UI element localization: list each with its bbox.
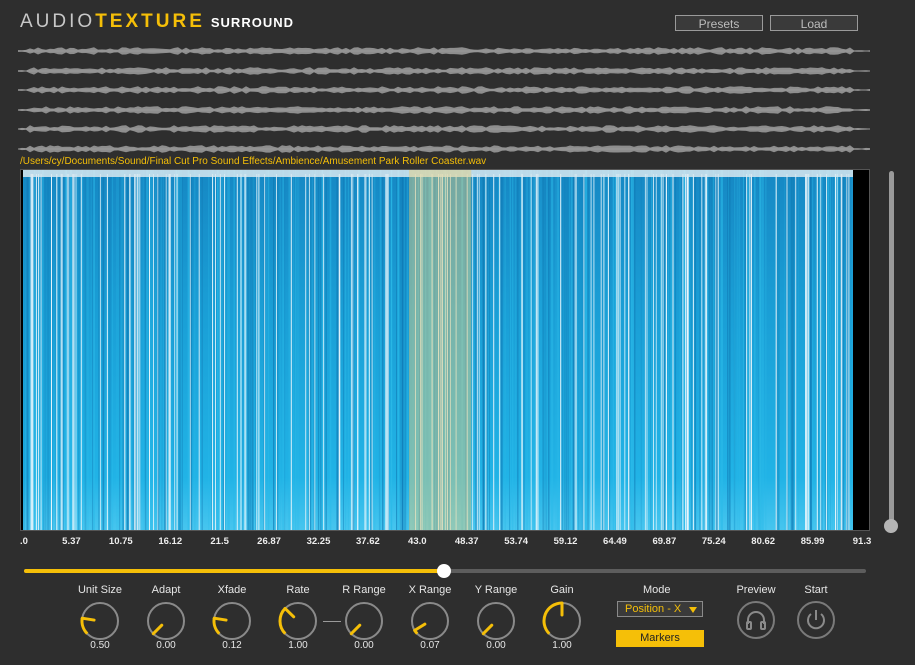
knob-label: Xfade — [217, 584, 247, 596]
knob-value: 1.00 — [288, 640, 308, 651]
time-tick-label: 5.37 — [62, 536, 81, 547]
knob-value: 0.07 — [420, 640, 440, 651]
waveform-channel — [18, 125, 870, 133]
zoom-slider-handle[interactable] — [884, 519, 898, 533]
time-tick-label: .0 — [20, 536, 28, 547]
knob-gain[interactable] — [542, 601, 582, 641]
waveform-channel — [18, 144, 870, 153]
knob-label: X Range — [408, 584, 452, 596]
time-tick-label: 75.24 — [701, 536, 726, 547]
time-tick-label: 26.87 — [257, 536, 281, 547]
spectrogram[interactable] — [20, 169, 870, 531]
knob-xfade[interactable] — [212, 601, 252, 641]
knob-value: 0.00 — [354, 640, 374, 651]
time-tick-label: 85.99 — [800, 536, 825, 547]
chevron-down-icon — [689, 607, 697, 613]
time-tick-label: 80.62 — [751, 536, 776, 547]
knob-label: Adapt — [151, 584, 181, 596]
time-tick-label: 32.25 — [306, 536, 331, 547]
knob-label: Unit Size — [77, 584, 123, 596]
time-tick-label: 91.3 — [852, 536, 872, 547]
app-title: AUDIOTEXTURE SURROUND — [20, 11, 294, 33]
position-slider-handle[interactable] — [437, 564, 452, 578]
mode-value: Position - X — [625, 603, 682, 615]
knob-label: Rate — [286, 584, 310, 596]
start-button[interactable] — [797, 601, 835, 639]
mode-dropdown[interactable]: Position - X — [617, 601, 703, 617]
app-title-texture: TEXTURE — [95, 11, 205, 32]
knob-value: 0.00 — [486, 640, 506, 651]
position-slider-fill — [24, 569, 445, 573]
time-tick-label: 16.12 — [158, 536, 183, 547]
start-label: Start — [804, 584, 828, 596]
waveform-channel — [18, 66, 870, 75]
presets-button[interactable]: Presets — [675, 15, 763, 31]
knob-x-range[interactable] — [410, 601, 450, 641]
time-tick-label: 48.37 — [454, 536, 479, 547]
knob-rate[interactable] — [278, 601, 318, 641]
waveform-channel — [18, 47, 870, 55]
power-icon — [807, 610, 825, 630]
time-tick-label: 69.87 — [652, 536, 677, 547]
time-tick-label: 64.49 — [603, 536, 627, 547]
knob-label: Gain — [550, 584, 574, 596]
waveform-channel — [18, 86, 870, 94]
time-tick-label: 21.5 — [210, 536, 229, 547]
file-path: /Users/cy/Documents/Sound/Final Cut Pro … — [20, 156, 487, 167]
selection-region[interactable] — [409, 170, 472, 531]
rate-range-link — [323, 621, 341, 622]
preview-label: Preview — [736, 584, 776, 596]
knob-value: 1.00 — [552, 640, 572, 651]
headphones-icon — [746, 611, 766, 630]
markers-button[interactable]: Markers — [616, 630, 704, 647]
waveform-channel — [18, 105, 870, 114]
knob-unit-size[interactable] — [80, 601, 120, 641]
time-tick-label: 37.62 — [355, 536, 380, 547]
load-button[interactable]: Load — [770, 15, 858, 31]
knob-value: 0.12 — [222, 640, 242, 651]
zoom-slider-track[interactable] — [889, 171, 894, 526]
knob-value: 0.50 — [90, 640, 110, 651]
time-tick-label: 53.74 — [504, 536, 528, 547]
time-tick-label: 10.75 — [108, 536, 133, 547]
mode-label: Mode — [643, 584, 671, 596]
channel-waveforms — [18, 42, 870, 160]
time-tick-label: 59.12 — [553, 536, 578, 547]
preview-button[interactable] — [737, 601, 775, 639]
spectrogram-canvas[interactable] — [21, 170, 870, 531]
knob-adapt[interactable] — [146, 601, 186, 641]
knob-label: R Range — [342, 584, 386, 596]
time-tick-label: 43.0 — [408, 536, 427, 547]
knob-label: Y Range — [474, 584, 518, 596]
knob-r-range[interactable] — [344, 601, 384, 641]
knob-y-range[interactable] — [476, 601, 516, 641]
app-title-audio: AUDIO — [20, 11, 96, 32]
knob-value: 0.00 — [156, 640, 176, 651]
app-title-surround: SURROUND — [210, 15, 294, 30]
